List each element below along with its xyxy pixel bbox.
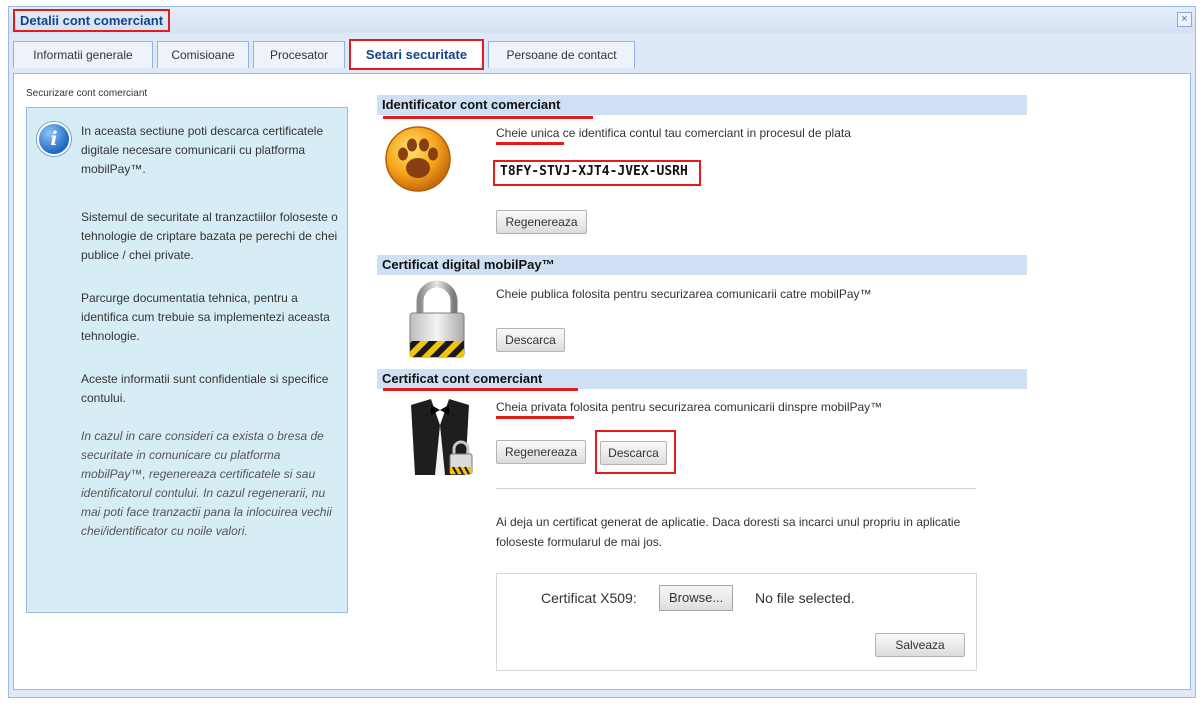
tab-strip: Informatii generale Comisioane Procesato… (13, 39, 1191, 75)
browse-button[interactable]: Browse... (659, 585, 734, 611)
highlight-underline (383, 116, 593, 119)
upload-form: Certificat X509: Browse... No file selec… (496, 573, 977, 671)
section-divider (496, 488, 976, 489)
highlight-underline (496, 142, 564, 145)
tab-security-settings[interactable]: Setari securitate (349, 39, 484, 70)
info-panel: i In aceasta sectiune poti descarca cert… (26, 107, 348, 613)
save-button[interactable]: Salveaza (875, 633, 965, 657)
info-text-1: In aceasta sectiune poti descarca certif… (81, 124, 324, 176)
existing-cert-note: Ai deja un certificat generat de aplicat… (496, 515, 961, 549)
download-mobilpay-cert-button[interactable]: Descarca (496, 328, 565, 352)
tab-processor[interactable]: Procesator (253, 41, 345, 68)
tab-general-info[interactable]: Informatii generale (13, 41, 153, 68)
section-label: Securizare cont comerciant (26, 88, 148, 99)
merchant-id-value: T8FY-STVJ-XJT4-JVEX-USRH (500, 164, 688, 179)
info-text-4: Aceste informatii sunt confidentiale si … (81, 372, 329, 405)
info-icon: i (37, 122, 71, 156)
regenerate-merchant-cert-button[interactable]: Regenereaza (496, 440, 586, 464)
merchant-id-box: T8FY-STVJ-XJT4-JVEX-USRH (493, 160, 701, 186)
info-text-2: Sistemul de securitate al tranzactiilor … (81, 210, 338, 262)
file-status-text: No file selected. (755, 590, 855, 606)
tuxedo-lock-icon (411, 399, 473, 475)
tab-commissions[interactable]: Comisioane (157, 41, 249, 68)
identifier-header: Identificator cont comerciant (377, 95, 1027, 115)
window-title: Detalii cont comerciant (13, 9, 171, 32)
merchant-details-window: Detalii cont comerciant × Informatii gen… (8, 6, 1196, 698)
merchant-cert-header: Certificat cont comerciant (377, 369, 1027, 389)
regenerate-identifier-button[interactable]: Regenereaza (496, 210, 587, 234)
paw-icon (385, 126, 451, 192)
info-text-3: Parcurge documentatia tehnica, pentru a … (81, 291, 330, 343)
window-titlebar: Detalii cont comerciant × (9, 7, 1195, 33)
identifier-description: Cheie unica ce identifica contul tau com… (496, 126, 851, 140)
merchant-cert-description: Cheia privata folosita pentru securizare… (496, 400, 883, 414)
info-text-5: In cazul in care consideri ca exista o b… (81, 429, 332, 538)
certificate-x509-label: Certificat X509: (541, 590, 637, 606)
download-merchant-cert-button[interactable]: Descarca (600, 441, 667, 465)
close-icon[interactable]: × (1177, 12, 1192, 27)
highlight-underline (496, 416, 574, 419)
tab-contact-persons[interactable]: Persoane de contact (488, 41, 635, 68)
padlock-icon (409, 280, 465, 358)
highlight-underline (383, 388, 578, 391)
mobilpay-cert-description: Cheie publica folosita pentru securizare… (496, 287, 872, 301)
mobilpay-cert-header: Certificat digital mobilPay™ (377, 255, 1027, 275)
tab-content: Securizare cont comerciant i In aceasta … (13, 73, 1191, 690)
